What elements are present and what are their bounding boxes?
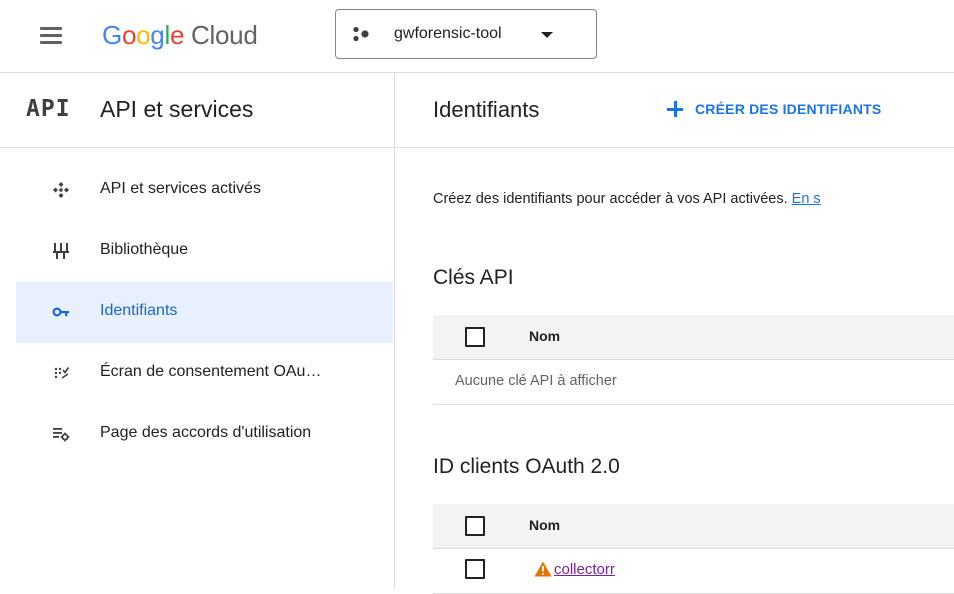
- sidebar-item-page-usage-agreements[interactable]: Page des accords d'utilisation: [16, 404, 393, 465]
- empty-state-message: Aucune clé API à afficher: [455, 373, 617, 389]
- table-row: Aucune clé API à afficher: [433, 360, 954, 405]
- agreements-icon: [53, 428, 70, 442]
- consent-screen-icon: [54, 367, 70, 379]
- main-header: Identifiants CRÉER DES IDENTIFIANTS: [395, 73, 954, 147]
- warning-icon: [534, 561, 552, 577]
- select-all-checkbox[interactable]: [465, 516, 485, 536]
- api-services-icon: [53, 182, 69, 198]
- page-title: Identifiants: [433, 97, 540, 122]
- intro-sentence: Créez des identifiants pour accéder à vo…: [433, 191, 788, 207]
- column-header-name[interactable]: Nom: [529, 328, 560, 344]
- sidebar-title: API et services: [100, 96, 254, 122]
- api-logo-icon: API: [26, 96, 71, 122]
- hamburger-menu-icon[interactable]: [40, 26, 62, 44]
- sidebar-item-oauth-consent[interactable]: Écran de consentement OAu…: [16, 343, 393, 404]
- project-picker-button[interactable]: gwforensic-tool: [335, 9, 597, 59]
- plus-icon: [665, 99, 685, 119]
- sidebar-item-library[interactable]: Bibliothèque: [16, 221, 393, 282]
- oauth-clients-section-title: ID clients OAuth 2.0: [433, 455, 620, 478]
- sidebar-item-label: Bibliothèque: [100, 241, 189, 258]
- project-name: gwforensic-tool: [394, 25, 502, 42]
- sidebar-header: API API et services: [0, 73, 394, 147]
- column-header-name[interactable]: Nom: [529, 517, 560, 533]
- oauth-clients-table-header: Nom: [433, 504, 954, 549]
- top-bar: Google Cloud gwforensic-tool: [0, 0, 954, 72]
- caret-down-icon: [541, 32, 553, 38]
- oauth-client-link[interactable]: collectorr: [554, 561, 615, 578]
- sidebar-item-label: Page des accords d'utilisation: [100, 424, 312, 441]
- sidebar-item-enabled-apis[interactable]: API et services activés: [16, 160, 393, 221]
- create-credentials-label: CRÉER DES IDENTIFIANTS: [695, 101, 882, 117]
- sidebar-item-label: Écran de consentement OAu…: [100, 363, 322, 380]
- sidebar: API API et services API et services acti…: [0, 73, 394, 589]
- table-row: collectorr: [433, 549, 954, 594]
- api-keys-table-header: Nom: [433, 315, 954, 360]
- project-icon: [353, 26, 369, 42]
- intro-text: Créez des identifiants pour accéder à vo…: [433, 191, 954, 207]
- key-icon: [52, 307, 69, 317]
- google-cloud-logo[interactable]: Google Cloud: [102, 20, 258, 51]
- row-checkbox[interactable]: [465, 559, 485, 579]
- main-header-divider: [395, 147, 954, 148]
- sidebar-item-label: API et services activés: [100, 180, 261, 197]
- sidebar-item-label: Identifiants: [100, 302, 178, 319]
- sidebar-vertical-divider: [394, 73, 395, 589]
- select-all-checkbox[interactable]: [465, 327, 485, 347]
- api-keys-section-title: Clés API: [433, 266, 514, 289]
- sidebar-item-credentials[interactable]: Identifiants: [16, 282, 393, 343]
- learn-more-link[interactable]: En s: [792, 191, 821, 207]
- library-icon: [53, 243, 69, 259]
- sidebar-divider: [0, 147, 394, 148]
